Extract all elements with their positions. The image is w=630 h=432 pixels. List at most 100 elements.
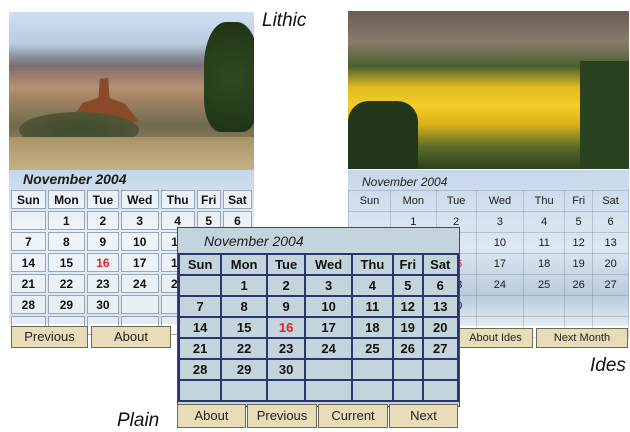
plain-previous-button[interactable]: Previous bbox=[247, 404, 317, 428]
plain-day-cell[interactable]: 25 bbox=[350, 337, 394, 360]
lithic-day-cell[interactable]: 17 bbox=[120, 253, 159, 272]
plain-day-cell[interactable]: 29 bbox=[220, 358, 268, 381]
lithic-weekday-header: Wed bbox=[120, 190, 159, 209]
ides-day-cell[interactable]: 12 bbox=[564, 232, 594, 254]
plain-day-cell[interactable]: 16 bbox=[265, 316, 307, 339]
lithic-day-cell[interactable]: 30 bbox=[87, 295, 119, 314]
ides-day-cell[interactable]: 19 bbox=[564, 253, 594, 275]
plain-day-cell[interactable]: 9 bbox=[265, 295, 307, 318]
ides-about-button[interactable]: About Ides bbox=[458, 328, 533, 348]
plain-weekday-header: Sat bbox=[421, 253, 460, 276]
plain-day-cell[interactable]: 24 bbox=[304, 337, 353, 360]
plain-day-cell[interactable]: 26 bbox=[391, 337, 424, 360]
lithic-empty-cell bbox=[120, 295, 159, 314]
plain-day-cell[interactable]: 15 bbox=[220, 316, 268, 339]
plain-day-cell[interactable]: 21 bbox=[177, 337, 223, 360]
ides-day-cell[interactable]: 26 bbox=[564, 274, 594, 296]
ides-day-cell[interactable]: 20 bbox=[592, 253, 629, 275]
plain-empty-cell bbox=[177, 274, 223, 297]
lithic-day-cell[interactable]: 9 bbox=[87, 232, 119, 251]
caption-lithic: Lithic bbox=[262, 10, 307, 31]
ides-weekday-header: Mon bbox=[389, 190, 437, 212]
ides-day-cell[interactable]: 18 bbox=[523, 253, 566, 275]
ides-weekday-header: Tue bbox=[435, 190, 477, 212]
ides-day-cell[interactable]: 3 bbox=[475, 211, 525, 233]
plain-day-cell[interactable]: 19 bbox=[391, 316, 424, 339]
ides-day-cell[interactable]: 11 bbox=[523, 232, 566, 254]
plain-day-cell[interactable]: 6 bbox=[421, 274, 460, 297]
ides-day-cell[interactable]: 4 bbox=[523, 211, 566, 233]
lithic-day-cell[interactable]: 16 bbox=[87, 253, 119, 272]
plain-about-button[interactable]: About bbox=[177, 404, 246, 428]
plain-day-cell[interactable]: 7 bbox=[177, 295, 223, 318]
lithic-weekday-header: Sat bbox=[222, 190, 252, 209]
ides-day-cell[interactable]: 6 bbox=[592, 211, 629, 233]
plain-day-cell[interactable]: 4 bbox=[350, 274, 394, 297]
plain-month-title: November 2004 bbox=[204, 233, 304, 249]
plain-calendar-grid: Sun Mon Tue Wed Thu Fri Sat 1 2 3 4 5 6 7 8 9 10 11 12 13 14… bbox=[177, 253, 460, 402]
plain-day-cell[interactable]: 28 bbox=[177, 358, 223, 381]
lithic-day-cell[interactable]: 1 bbox=[47, 211, 86, 230]
ides-weekday-row: Sun Mon Tue Wed Thu Fri Sat bbox=[348, 190, 629, 212]
plain-week-row: 7 8 9 10 11 12 13 bbox=[177, 295, 460, 318]
ides-empty-cell bbox=[592, 295, 629, 317]
lithic-weekday-header: Sun bbox=[11, 190, 46, 209]
plain-day-cell[interactable]: 30 bbox=[265, 358, 307, 381]
lithic-day-cell[interactable]: 2 bbox=[87, 211, 119, 230]
plain-next-button[interactable]: Next bbox=[389, 404, 458, 428]
ides-day-cell[interactable]: 17 bbox=[475, 253, 525, 275]
plain-empty-cell bbox=[220, 379, 268, 402]
plain-day-cell[interactable]: 1 bbox=[220, 274, 268, 297]
ides-day-cell[interactable]: 10 bbox=[475, 232, 525, 254]
dark-trees-left bbox=[348, 101, 418, 169]
ides-next-month-button[interactable]: Next Month bbox=[536, 328, 628, 348]
lithic-day-cell[interactable]: 22 bbox=[47, 274, 86, 293]
lithic-weekday-header: Thu bbox=[160, 190, 195, 209]
plain-day-cell[interactable]: 13 bbox=[421, 295, 460, 318]
plain-day-cell[interactable]: 12 bbox=[391, 295, 424, 318]
ides-day-cell[interactable]: 25 bbox=[523, 274, 566, 296]
plain-day-cell[interactable]: 20 bbox=[421, 316, 460, 339]
plain-empty-cell bbox=[421, 358, 460, 381]
plain-day-cell[interactable]: 17 bbox=[304, 316, 353, 339]
plain-empty-cell bbox=[177, 379, 223, 402]
lithic-day-cell[interactable]: 10 bbox=[120, 232, 159, 251]
plain-day-cell[interactable]: 3 bbox=[304, 274, 353, 297]
plain-week-row: 123456 bbox=[177, 274, 460, 297]
plain-day-cell[interactable]: 10 bbox=[304, 295, 353, 318]
lithic-day-cell[interactable]: 21 bbox=[11, 274, 46, 293]
ides-day-cell[interactable]: 13 bbox=[592, 232, 629, 254]
lithic-day-cell[interactable]: 29 bbox=[47, 295, 86, 314]
plain-current-button[interactable]: Current bbox=[318, 404, 388, 428]
plain-day-cell[interactable]: 27 bbox=[421, 337, 460, 360]
plain-day-cell[interactable]: 18 bbox=[350, 316, 394, 339]
plain-empty-cell bbox=[391, 379, 424, 402]
lithic-about-button[interactable]: About bbox=[91, 326, 171, 348]
plain-day-cell[interactable]: 11 bbox=[350, 295, 394, 318]
lithic-day-cell[interactable]: 3 bbox=[120, 211, 159, 230]
ides-weekday-header: Wed bbox=[475, 190, 525, 212]
ides-weekday-header: Fri bbox=[564, 190, 594, 212]
ides-weekday-header: Thu bbox=[523, 190, 566, 212]
lithic-day-cell[interactable]: 7 bbox=[11, 232, 46, 251]
lithic-month-title: November 2004 bbox=[23, 171, 127, 187]
plain-day-cell[interactable]: 5 bbox=[391, 274, 424, 297]
lithic-header-photo bbox=[9, 12, 254, 170]
plain-day-cell[interactable]: 23 bbox=[265, 337, 307, 360]
lithic-day-cell[interactable]: 8 bbox=[47, 232, 86, 251]
tree-shape bbox=[204, 22, 254, 132]
plain-day-cell[interactable]: 2 bbox=[265, 274, 307, 297]
lithic-day-cell[interactable]: 23 bbox=[87, 274, 119, 293]
ides-day-cell[interactable]: 27 bbox=[592, 274, 629, 296]
plain-day-cell[interactable]: 14 bbox=[177, 316, 223, 339]
lithic-day-cell[interactable]: 14 bbox=[11, 253, 46, 272]
plain-day-cell[interactable]: 8 bbox=[220, 295, 268, 318]
lithic-day-cell[interactable]: 15 bbox=[47, 253, 86, 272]
plain-empty-cell bbox=[304, 358, 353, 381]
lithic-previous-button[interactable]: Previous bbox=[11, 326, 88, 348]
lithic-day-cell[interactable]: 28 bbox=[11, 295, 46, 314]
ides-day-cell[interactable]: 24 bbox=[475, 274, 525, 296]
lithic-day-cell[interactable]: 24 bbox=[120, 274, 159, 293]
plain-day-cell[interactable]: 22 bbox=[220, 337, 268, 360]
ides-day-cell[interactable]: 5 bbox=[564, 211, 594, 233]
